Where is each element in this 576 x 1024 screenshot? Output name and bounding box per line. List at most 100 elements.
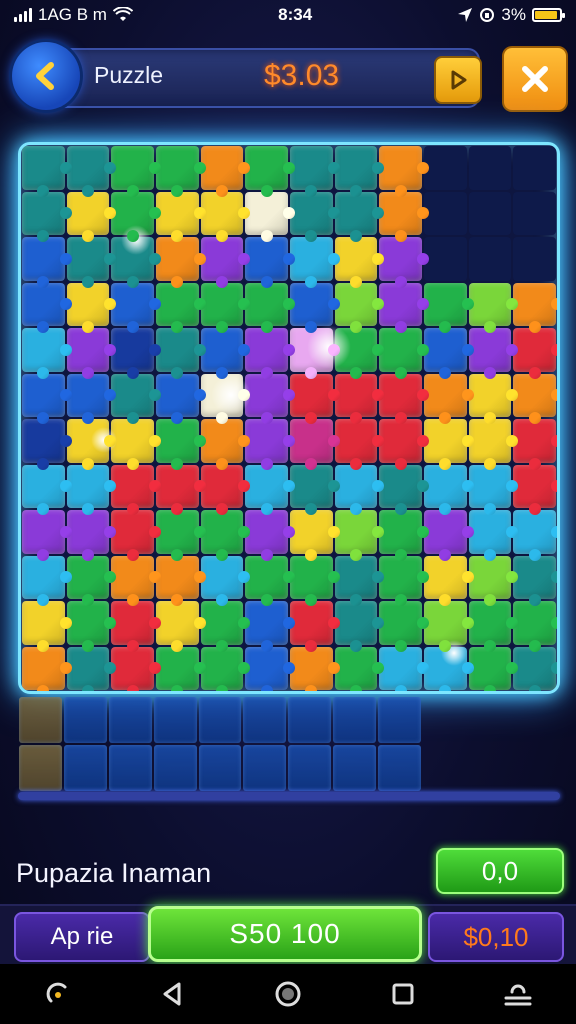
puzzle-piece[interactable]	[334, 601, 378, 645]
puzzle-piece[interactable]	[468, 328, 512, 372]
puzzle-piece[interactable]	[111, 191, 154, 235]
tray-slot[interactable]	[288, 745, 332, 791]
puzzle-piece[interactable]	[513, 555, 556, 599]
empty-slot[interactable]	[513, 191, 556, 235]
puzzle-piece[interactable]	[513, 373, 556, 417]
back-nav-button[interactable]	[153, 974, 193, 1014]
puzzle-piece[interactable]	[379, 237, 422, 281]
puzzle-piece[interactable]	[200, 464, 244, 508]
puzzle-piece[interactable]	[468, 646, 512, 690]
tray-slot[interactable]	[19, 745, 62, 791]
puzzle-piece[interactable]	[290, 146, 333, 190]
puzzle-piece[interactable]	[379, 146, 422, 190]
puzzle-piece[interactable]	[290, 282, 333, 326]
puzzle-piece[interactable]	[200, 146, 244, 190]
puzzle-piece[interactable]	[468, 555, 512, 599]
puzzle-piece[interactable]	[424, 555, 467, 599]
puzzle-piece[interactable]	[22, 328, 65, 372]
puzzle-piece[interactable]	[22, 419, 65, 463]
puzzle-piece[interactable]	[334, 373, 378, 417]
puzzle-piece[interactable]	[334, 510, 378, 554]
puzzle-piece[interactable]	[156, 464, 199, 508]
puzzle-piece[interactable]	[22, 373, 65, 417]
tray-slot[interactable]	[63, 745, 107, 791]
puzzle-piece[interactable]	[468, 510, 512, 554]
puzzle-piece[interactable]	[334, 419, 378, 463]
puzzle-piece[interactable]	[245, 555, 288, 599]
puzzle-piece[interactable]	[200, 191, 244, 235]
puzzle-piece[interactable]	[379, 282, 422, 326]
puzzle-piece[interactable]	[290, 328, 333, 372]
puzzle-piece[interactable]	[245, 373, 288, 417]
puzzle-piece[interactable]	[245, 282, 288, 326]
puzzle-piece[interactable]	[513, 510, 556, 554]
puzzle-piece[interactable]	[334, 191, 378, 235]
puzzle-piece[interactable]	[111, 555, 154, 599]
puzzle-piece[interactable]	[513, 419, 556, 463]
puzzle-piece[interactable]	[111, 373, 154, 417]
puzzle-piece[interactable]	[424, 328, 467, 372]
puzzle-piece[interactable]	[111, 237, 154, 281]
puzzle-piece[interactable]	[22, 464, 65, 508]
info-value-button[interactable]: 0,0	[436, 848, 564, 894]
puzzle-piece[interactable]	[245, 510, 288, 554]
puzzle-piece[interactable]	[334, 146, 378, 190]
puzzle-piece[interactable]	[156, 146, 199, 190]
puzzle-piece[interactable]	[290, 510, 333, 554]
puzzle-piece[interactable]	[334, 237, 378, 281]
puzzle-piece[interactable]	[200, 601, 244, 645]
puzzle-piece[interactable]	[156, 191, 199, 235]
empty-slot[interactable]	[424, 237, 467, 281]
tray-slot[interactable]	[288, 697, 332, 743]
piece-tray[interactable]	[18, 696, 560, 800]
puzzle-piece[interactable]	[200, 419, 244, 463]
puzzle-piece[interactable]	[424, 510, 467, 554]
puzzle-piece[interactable]	[379, 510, 422, 554]
puzzle-piece[interactable]	[290, 419, 333, 463]
puzzle-piece[interactable]	[334, 555, 378, 599]
puzzle-piece[interactable]	[111, 419, 154, 463]
tray-slot[interactable]	[243, 697, 287, 743]
puzzle-piece[interactable]	[111, 328, 154, 372]
tray-slot[interactable]	[63, 697, 107, 743]
puzzle-piece[interactable]	[468, 282, 512, 326]
puzzle-piece[interactable]	[66, 373, 110, 417]
back-button[interactable]	[12, 42, 80, 110]
tray-slot[interactable]	[333, 697, 377, 743]
tray-slot[interactable]	[108, 697, 152, 743]
puzzle-piece[interactable]	[379, 555, 422, 599]
puzzle-piece[interactable]	[66, 419, 110, 463]
home-nav-button[interactable]	[268, 974, 308, 1014]
puzzle-piece[interactable]	[245, 191, 288, 235]
puzzle-piece[interactable]	[245, 464, 288, 508]
tray-slot[interactable]	[198, 745, 242, 791]
empty-slot[interactable]	[424, 191, 467, 235]
tray-slot[interactable]	[153, 745, 197, 791]
tray-grid[interactable]	[18, 696, 422, 792]
puzzle-piece[interactable]	[290, 646, 333, 690]
tray-slot[interactable]	[378, 745, 421, 791]
puzzle-piece[interactable]	[424, 646, 467, 690]
puzzle-piece[interactable]	[111, 601, 154, 645]
puzzle-piece[interactable]	[22, 237, 65, 281]
puzzle-piece[interactable]	[111, 510, 154, 554]
puzzle-piece[interactable]	[156, 282, 199, 326]
empty-slot[interactable]	[513, 237, 556, 281]
center-action-button[interactable]: S50 100	[148, 906, 422, 962]
puzzle-piece[interactable]	[156, 419, 199, 463]
puzzle-piece[interactable]	[290, 373, 333, 417]
puzzle-piece[interactable]	[200, 555, 244, 599]
puzzle-piece[interactable]	[156, 555, 199, 599]
puzzle-piece[interactable]	[245, 646, 288, 690]
puzzle-piece[interactable]	[66, 237, 110, 281]
recents-nav-button[interactable]	[383, 974, 423, 1014]
puzzle-piece[interactable]	[66, 191, 110, 235]
puzzle-piece[interactable]	[22, 510, 65, 554]
empty-slot[interactable]	[424, 146, 467, 190]
puzzle-board[interactable]	[18, 142, 560, 694]
tray-slot[interactable]	[198, 697, 242, 743]
puzzle-piece[interactable]	[334, 646, 378, 690]
puzzle-piece[interactable]	[468, 373, 512, 417]
puzzle-piece[interactable]	[468, 419, 512, 463]
puzzle-piece[interactable]	[513, 464, 556, 508]
